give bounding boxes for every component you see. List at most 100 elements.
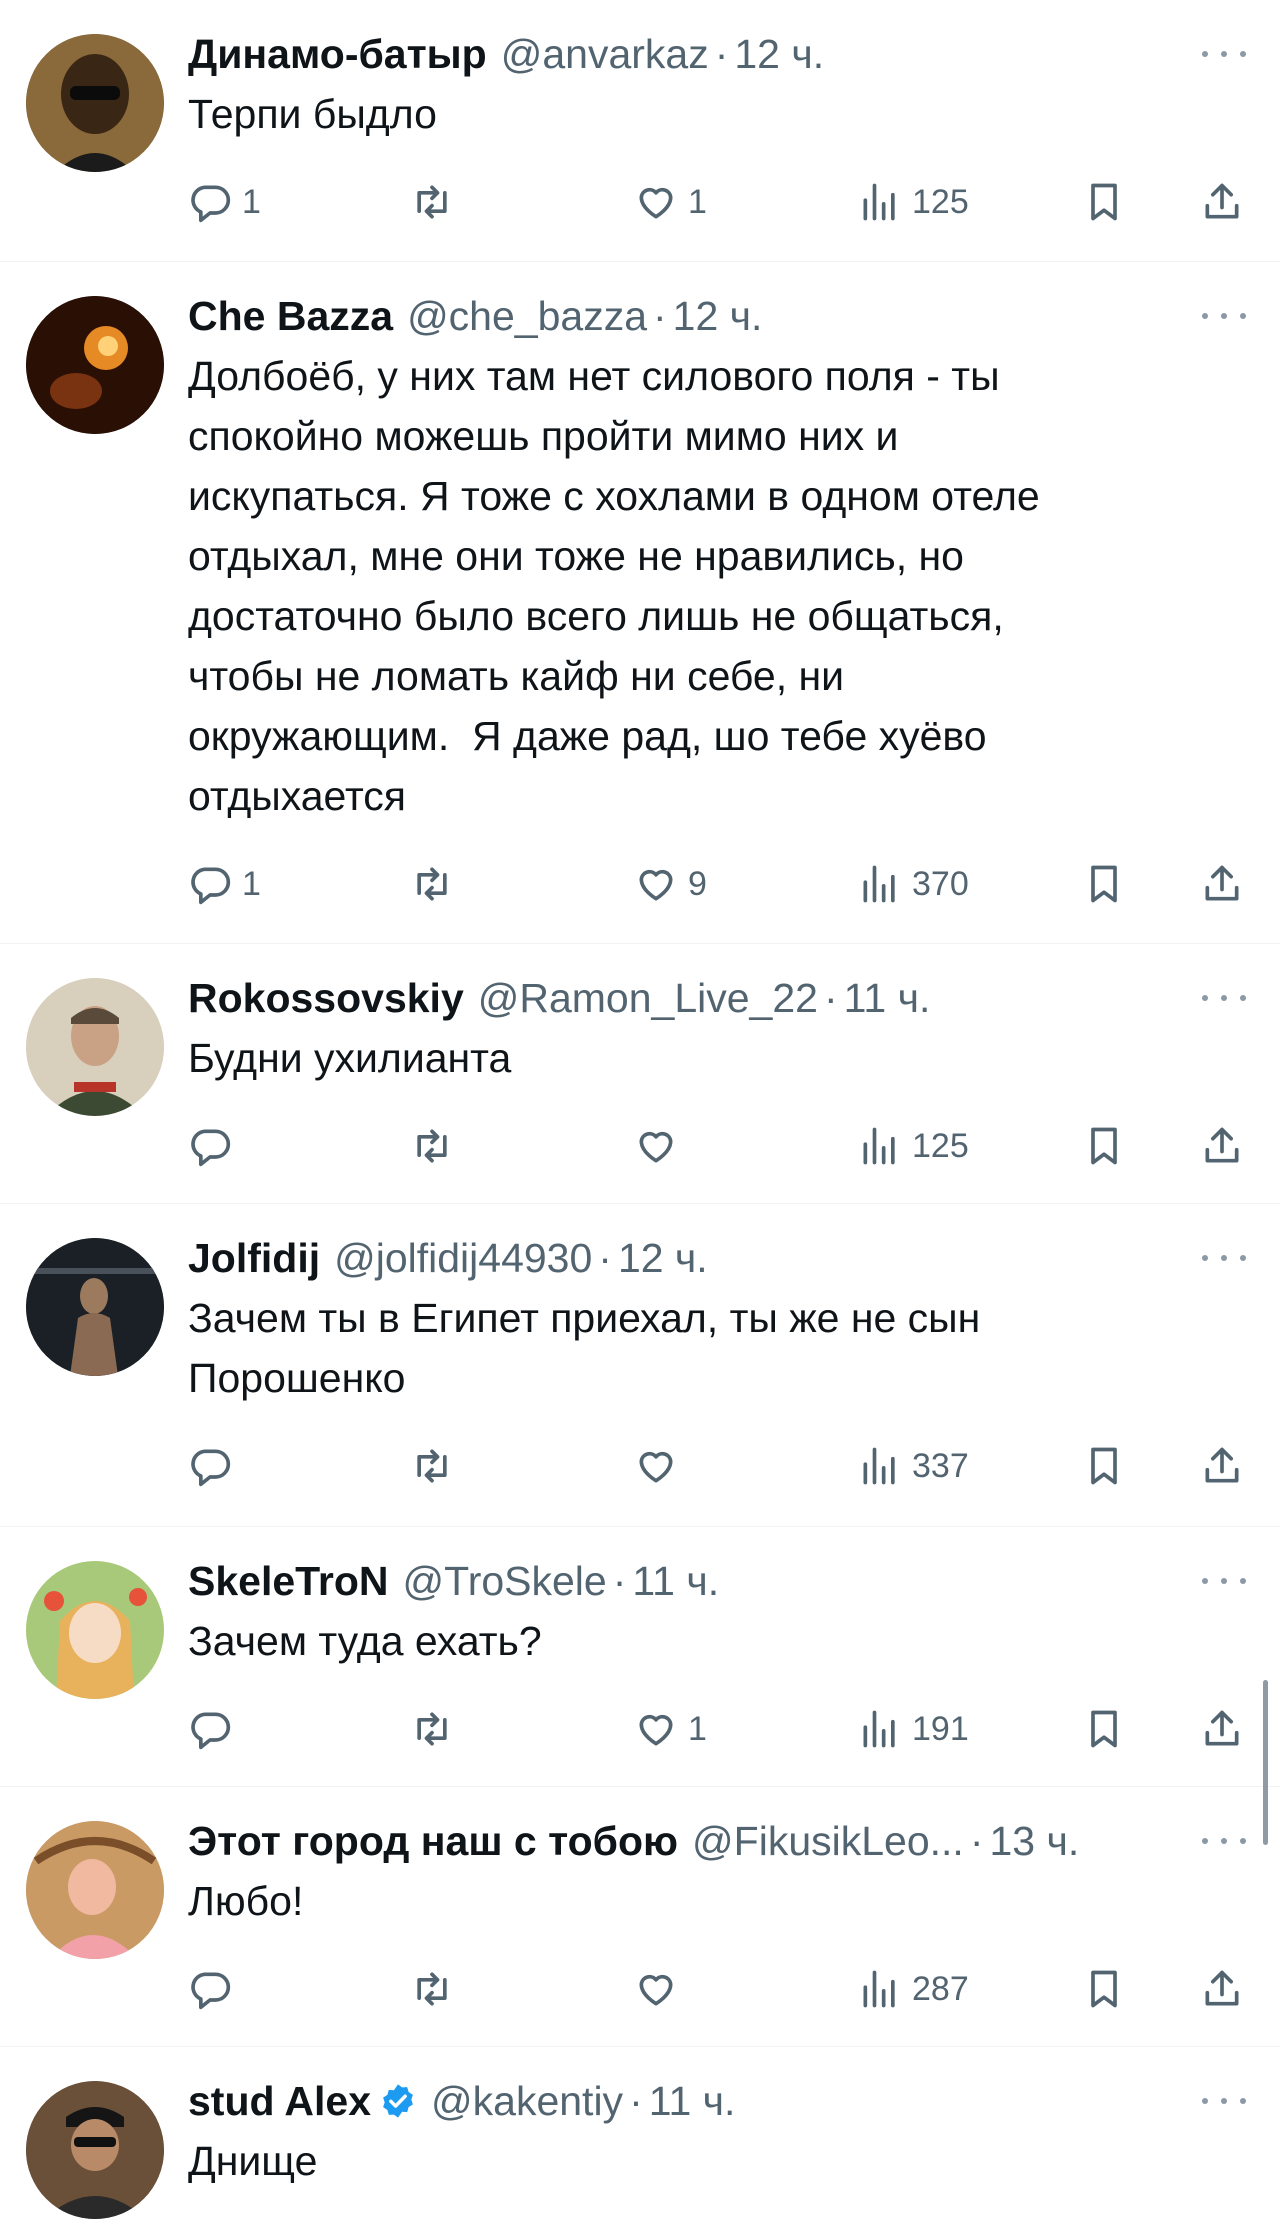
- views-icon: [863, 1127, 895, 1165]
- tweet[interactable]: Этот город наш с тобою @FikusikLeo... · …: [0, 1787, 1280, 2047]
- reply-button[interactable]: 1: [188, 854, 261, 914]
- like-button[interactable]: 1: [634, 1699, 707, 1759]
- author-name[interactable]: stud Alex: [188, 2078, 371, 2125]
- reply-button[interactable]: [188, 1959, 242, 2019]
- share-button[interactable]: [1200, 854, 1244, 914]
- tweet[interactable]: Динамо-батыр @anvarkaz · 12 ч. Терпи быд…: [0, 0, 1280, 262]
- heart-icon: [639, 1974, 673, 2006]
- reply-button[interactable]: [188, 1699, 242, 1759]
- share-icon: [1205, 1970, 1239, 2006]
- avatar[interactable]: [26, 296, 164, 434]
- retweet-button[interactable]: [410, 1436, 464, 1496]
- author-handle[interactable]: @jolfidij44930: [334, 1235, 592, 1282]
- more-options-button[interactable]: [1202, 988, 1246, 1008]
- reply-button[interactable]: [188, 1116, 242, 1176]
- like-button[interactable]: [634, 1436, 688, 1496]
- avatar[interactable]: [26, 2081, 164, 2219]
- like-button[interactable]: 1: [634, 172, 707, 232]
- action-bar: 287: [188, 1959, 1250, 2019]
- author-handle[interactable]: @anvarkaz: [501, 31, 709, 78]
- like-button[interactable]: 9: [634, 854, 707, 914]
- share-button[interactable]: [1200, 1436, 1244, 1496]
- bookmark-button[interactable]: [1082, 1699, 1126, 1759]
- more-icon: [1202, 995, 1208, 1001]
- bookmark-button[interactable]: [1082, 854, 1126, 914]
- more-options-button[interactable]: [1202, 2091, 1246, 2111]
- avatar[interactable]: [26, 1238, 164, 1376]
- like-count: 1: [688, 1709, 707, 1748]
- bookmark-button[interactable]: [1082, 1436, 1126, 1496]
- reply-button[interactable]: [188, 1436, 242, 1496]
- author-name[interactable]: Rokossovskiy: [188, 975, 464, 1022]
- views-button[interactable]: 337: [858, 1436, 969, 1496]
- tweet[interactable]: Jolfidij @jolfidij44930 · 12 ч. Зачем ты…: [0, 1204, 1280, 1527]
- share-button[interactable]: [1200, 1699, 1244, 1759]
- share-button[interactable]: [1200, 1959, 1244, 2019]
- avatar[interactable]: [26, 34, 164, 172]
- avatar[interactable]: [26, 1821, 164, 1959]
- author-handle[interactable]: @che_bazza: [407, 293, 647, 340]
- timestamp[interactable]: 11 ч.: [632, 1558, 719, 1605]
- bookmark-button[interactable]: [1082, 1959, 1126, 2019]
- views-icon: [863, 865, 895, 903]
- author-name[interactable]: Che Bazza: [188, 293, 393, 340]
- author-handle[interactable]: @Ramon_Live_22: [478, 975, 818, 1022]
- like-button[interactable]: [634, 1959, 688, 2019]
- scrollbar[interactable]: [1263, 1680, 1268, 1845]
- bookmark-button[interactable]: [1082, 172, 1126, 232]
- tweet[interactable]: Rokossovskiy @Ramon_Live_22 · 11 ч. Будн…: [0, 944, 1280, 1204]
- separator-dot: ·: [612, 1557, 627, 1604]
- like-button[interactable]: [634, 1116, 688, 1176]
- more-icon: [1202, 2098, 1208, 2104]
- retweet-icon: [417, 867, 447, 901]
- more-options-button[interactable]: [1202, 1831, 1246, 1851]
- avatar[interactable]: [26, 1561, 164, 1699]
- retweet-button[interactable]: [410, 1959, 464, 2019]
- tweet-text: Долбоёб, у них там нет силового поля - т…: [188, 353, 1040, 819]
- views-button[interactable]: 287: [858, 1959, 969, 2019]
- avatar[interactable]: [26, 978, 164, 1116]
- more-options-button[interactable]: [1202, 1248, 1246, 1268]
- author-name[interactable]: SkeleTroN: [188, 1558, 389, 1605]
- timestamp[interactable]: 12 ч.: [618, 1235, 708, 1282]
- author-handle[interactable]: @TroSkele: [403, 1558, 607, 1605]
- views-button[interactable]: 370: [858, 854, 969, 914]
- retweet-button[interactable]: [410, 1116, 464, 1176]
- more-options-button[interactable]: [1202, 1571, 1246, 1591]
- view-count: 191: [912, 1709, 969, 1748]
- share-icon: [1205, 1127, 1239, 1163]
- timestamp[interactable]: 11 ч.: [649, 2078, 736, 2125]
- heart-icon: [639, 1451, 673, 1483]
- author-handle[interactable]: @kakentiy: [431, 2078, 623, 2125]
- more-options-button[interactable]: [1202, 306, 1246, 326]
- tweet[interactable]: stud Alex @kakentiy · 11 ч. Днище: [0, 2047, 1280, 2233]
- timestamp[interactable]: 13 ч.: [989, 1818, 1079, 1865]
- timestamp[interactable]: 12 ч.: [673, 293, 763, 340]
- bookmark-icon: [1091, 1970, 1117, 2008]
- heart-icon: [639, 187, 673, 219]
- retweet-button[interactable]: [410, 172, 464, 232]
- share-button[interactable]: [1200, 172, 1244, 232]
- action-bar: 337: [188, 1436, 1250, 1496]
- retweet-icon: [417, 1129, 447, 1163]
- views-button[interactable]: 191: [858, 1699, 969, 1759]
- share-button[interactable]: [1200, 1116, 1244, 1176]
- views-button[interactable]: 125: [858, 1116, 969, 1176]
- more-options-button[interactable]: [1202, 44, 1246, 64]
- reply-icon: [191, 1972, 231, 2010]
- retweet-button[interactable]: [410, 1699, 464, 1759]
- timestamp[interactable]: 12 ч.: [734, 31, 824, 78]
- tweet[interactable]: Che Bazza @che_bazza · 12 ч. Долбоёб, у …: [0, 262, 1280, 944]
- author-name[interactable]: Динамо-батыр: [188, 31, 487, 78]
- author-name[interactable]: Jolfidij: [188, 1235, 320, 1282]
- timestamp[interactable]: 11 ч.: [844, 975, 931, 1022]
- retweet-button[interactable]: [410, 854, 464, 914]
- tweet[interactable]: SkeleTroN @TroSkele · 11 ч. Зачем туда е…: [0, 1527, 1280, 1787]
- retweet-icon: [417, 1449, 447, 1483]
- reply-button[interactable]: 1: [188, 172, 261, 232]
- author-handle[interactable]: @FikusikLeo...: [692, 1818, 964, 1865]
- views-button[interactable]: 125: [858, 172, 969, 232]
- author-name[interactable]: Этот город наш с тобою: [188, 1818, 678, 1865]
- bookmark-button[interactable]: [1082, 1116, 1126, 1176]
- bookmark-icon: [1091, 1127, 1117, 1165]
